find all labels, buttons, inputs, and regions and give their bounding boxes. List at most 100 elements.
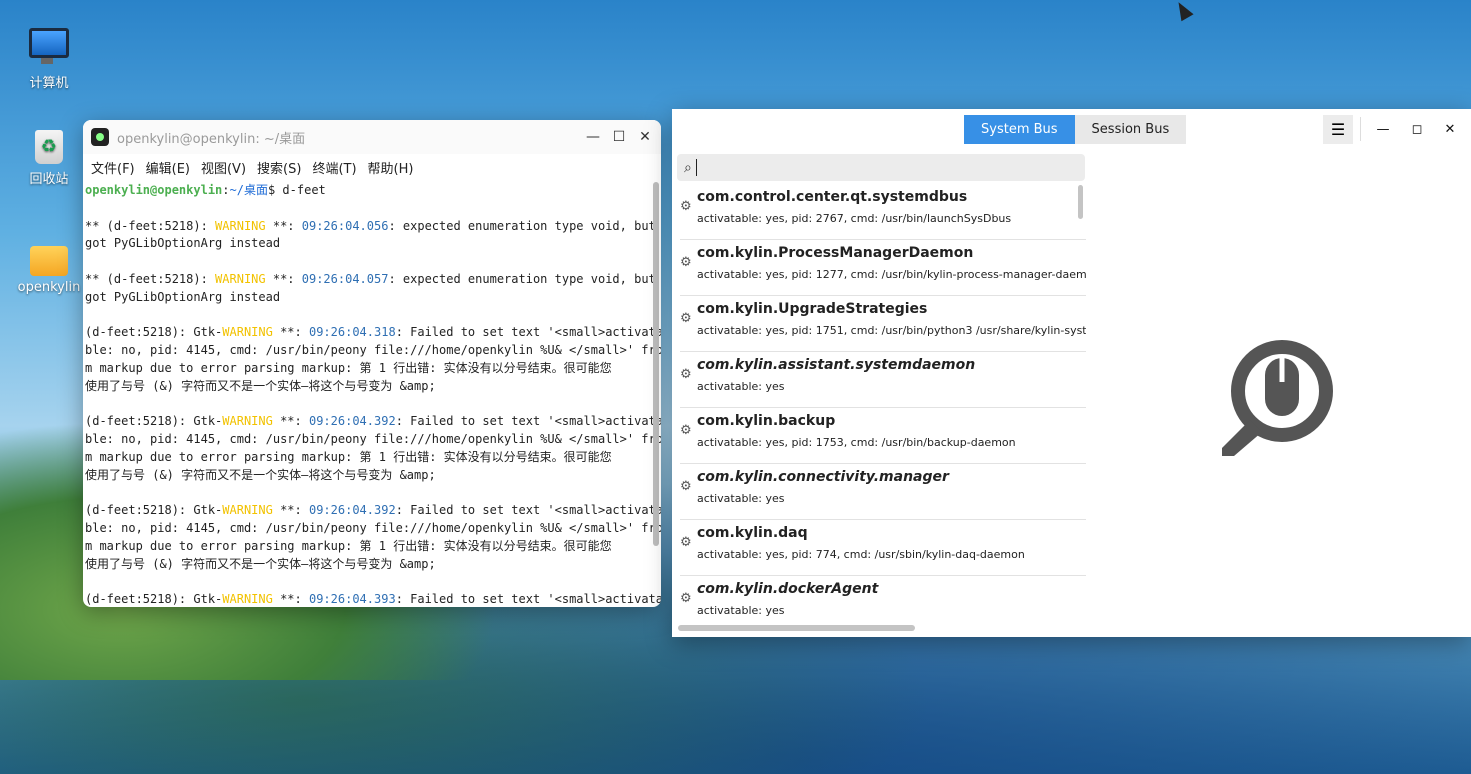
log-pre: (d-feet:5218): Gtk- — [85, 503, 223, 518]
bus-name: com.kylin.ProcessManagerDaemon — [697, 245, 974, 261]
log-time: 09:26:04.056 — [301, 218, 389, 233]
log-warn: WARNING — [215, 218, 266, 233]
bus-name: com.control.center.qt.systemdbus — [697, 189, 968, 205]
terminal-titlebar[interactable]: openkylin@openkylin: ~/桌面 — ☐ ✕ — [83, 120, 661, 154]
bus-name-row[interactable]: ⚙ com.kylin.ProcessManagerDaemon activatab… — [680, 240, 1086, 296]
terminal-app-icon — [91, 128, 109, 146]
bus-name-info: activatable: yes — [697, 380, 785, 393]
bus-name-row[interactable]: ⚙ com.kylin.dockerAgent activatable: yes — [680, 576, 1086, 627]
log-pre: ** (d-feet:5218): — [85, 271, 216, 286]
maximize-button[interactable]: ☐ — [606, 124, 632, 150]
terminal-output[interactable]: openkylin@openkylin:~/桌面$ d-feet ** (d-f… — [83, 180, 661, 607]
desktop-icon-computer[interactable]: 计算机 — [14, 20, 84, 91]
bus-name-row[interactable]: ⚙ com.kylin.connectivity.manager activatab… — [680, 464, 1086, 520]
tab-system-bus[interactable]: System Bus — [964, 115, 1075, 144]
folder-icon — [30, 246, 68, 276]
hamburger-menu-icon[interactable]: ☰ — [1323, 115, 1353, 144]
bus-name-info: activatable: yes, pid: 1751, cmd: /usr/b… — [697, 324, 1086, 337]
log-entry: ** (d-feet:5218): WARNING **: 09:26:04.0… — [85, 219, 656, 251]
menu-help[interactable]: 帮助(H) — [368, 158, 414, 177]
terminal-menubar: 文件(F) 编辑(E) 视图(V) 搜索(S) 终端(T) 帮助(H) — [83, 154, 661, 180]
search-input[interactable] — [698, 159, 1063, 176]
list-horizontal-scrollbar[interactable] — [678, 625, 915, 631]
text-caret — [695, 159, 697, 176]
process-icon: ⚙ — [680, 311, 692, 326]
menu-view[interactable]: 视图(V) — [201, 158, 246, 177]
log-pre: (d-feet:5218): Gtk- — [85, 414, 223, 429]
bus-name-info: activatable: yes — [697, 492, 785, 505]
bus-name: com.kylin.backup — [697, 413, 836, 429]
bus-name-row[interactable]: ⚙ com.control.center.qt.systemdbus activat… — [680, 184, 1086, 240]
trash-icon: ♻ — [35, 130, 63, 164]
bus-name-row[interactable]: ⚙ com.kylin.UpgradeStrategies activatable:… — [680, 296, 1086, 352]
minimize-button[interactable]: — — [580, 124, 606, 150]
log-time: 09:26:04.392 — [308, 503, 396, 518]
desktop-icon-label: 回收站 — [29, 172, 69, 187]
log-time: 09:26:04.392 — [308, 414, 396, 429]
log-warn: WARNING — [222, 503, 273, 518]
search-bar[interactable]: ⌕ — [677, 154, 1085, 181]
prompt-line: openkylin@openkylin:~/桌面$ d-feet — [85, 183, 326, 197]
process-icon: ⚙ — [680, 423, 692, 438]
process-icon: ⚙ — [680, 535, 692, 550]
log-time: 09:26:04.057 — [301, 271, 389, 286]
prompt-sep: : — [222, 183, 230, 197]
bus-name: com.kylin.daq — [697, 525, 808, 541]
log-pre: (d-feet:5218): Gtk- — [85, 325, 223, 340]
dfeet-logo-icon — [1222, 340, 1333, 456]
desktop-icon-home-folder[interactable]: openkylin — [14, 238, 84, 295]
bus-name-row[interactable]: ⚙ com.kylin.backup activatable: yes, pid: … — [680, 408, 1086, 464]
process-icon: ⚙ — [680, 591, 692, 606]
menu-edit[interactable]: 编辑(E) — [146, 158, 190, 177]
log-time: 09:26:04.318 — [308, 325, 396, 340]
process-icon: ⚙ — [680, 255, 692, 270]
dfeet-window: System Bus Session Bus ☰ — ◻ ✕ ⌕ ⚙ com.co… — [672, 109, 1471, 637]
close-button[interactable]: ✕ — [1435, 115, 1465, 144]
log-warn: WARNING — [222, 592, 273, 607]
mouse-cursor-icon — [1172, 0, 1194, 22]
bus-name: com.kylin.connectivity.manager — [697, 469, 949, 485]
bus-name-info: activatable: yes, pid: 2767, cmd: /usr/b… — [697, 212, 1012, 225]
minimize-button[interactable]: — — [1368, 115, 1398, 144]
log-pre: ** (d-feet:5218): — [85, 218, 216, 233]
desktop-icon-label: openkylin — [17, 280, 81, 295]
bus-name-info: activatable: yes, pid: 774, cmd: /usr/sb… — [697, 548, 1025, 561]
log-warn: WARNING — [215, 271, 266, 286]
list-vertical-scrollbar[interactable] — [1078, 185, 1083, 219]
prompt-path: ~/桌面 — [229, 183, 268, 197]
process-icon: ⚙ — [680, 479, 692, 494]
bus-name-list: ⚙ com.control.center.qt.systemdbus activat… — [678, 184, 1086, 627]
bus-switcher: System Bus Session Bus — [964, 115, 1187, 144]
tab-session-bus[interactable]: Session Bus — [1074, 115, 1187, 144]
menu-search[interactable]: 搜索(S) — [257, 158, 301, 177]
menu-file[interactable]: 文件(F) — [91, 158, 135, 177]
computer-icon — [29, 28, 69, 64]
log-post: : Failed to set text '<small>activata — [395, 592, 661, 607]
maximize-button[interactable]: ◻ — [1402, 115, 1432, 144]
desktop-icon-label: 计算机 — [29, 76, 69, 91]
log-mid: **: — [265, 218, 302, 233]
log-warn: WARNING — [222, 414, 273, 429]
terminal-scrollbar[interactable] — [653, 182, 659, 546]
log-entry: ** (d-feet:5218): WARNING **: 09:26:04.0… — [85, 272, 656, 304]
header-separator — [1360, 117, 1361, 141]
search-icon: ⌕ — [684, 159, 692, 176]
bus-name-row[interactable]: ⚙ com.kylin.daq activatable: yes, pid: 774… — [680, 520, 1086, 576]
log-mid: **: — [272, 325, 309, 340]
prompt-user: openkylin@openkylin — [85, 183, 223, 197]
desktop-icon-trash[interactable]: ♻ 回收站 — [14, 130, 84, 187]
log-entry: (d-feet:5218): Gtk-WARNING **: 09:26:04.… — [85, 503, 661, 570]
terminal-window: openkylin@openkylin: ~/桌面 — ☐ ✕ 文件(F) 编辑… — [83, 120, 661, 607]
process-icon: ⚙ — [680, 199, 692, 214]
bus-name-info: activatable: yes — [697, 604, 785, 617]
bus-name-info: activatable: yes, pid: 1277, cmd: /usr/b… — [697, 268, 1086, 281]
log-entry: (d-feet:5218): Gtk-WARNING **: 09:26:04.… — [85, 592, 661, 606]
menu-terminal[interactable]: 终端(T) — [312, 158, 356, 177]
dfeet-headerbar[interactable]: System Bus Session Bus ☰ — ◻ ✕ — [672, 109, 1471, 151]
log-mid: **: — [272, 414, 309, 429]
bus-name: com.kylin.UpgradeStrategies — [697, 301, 928, 317]
bus-name-row[interactable]: ⚙ com.kylin.assistant.systemdaemon activat… — [680, 352, 1086, 408]
prompt-command: $ d-feet — [267, 183, 326, 197]
close-button[interactable]: ✕ — [632, 124, 658, 150]
log-mid: **: — [272, 592, 309, 607]
